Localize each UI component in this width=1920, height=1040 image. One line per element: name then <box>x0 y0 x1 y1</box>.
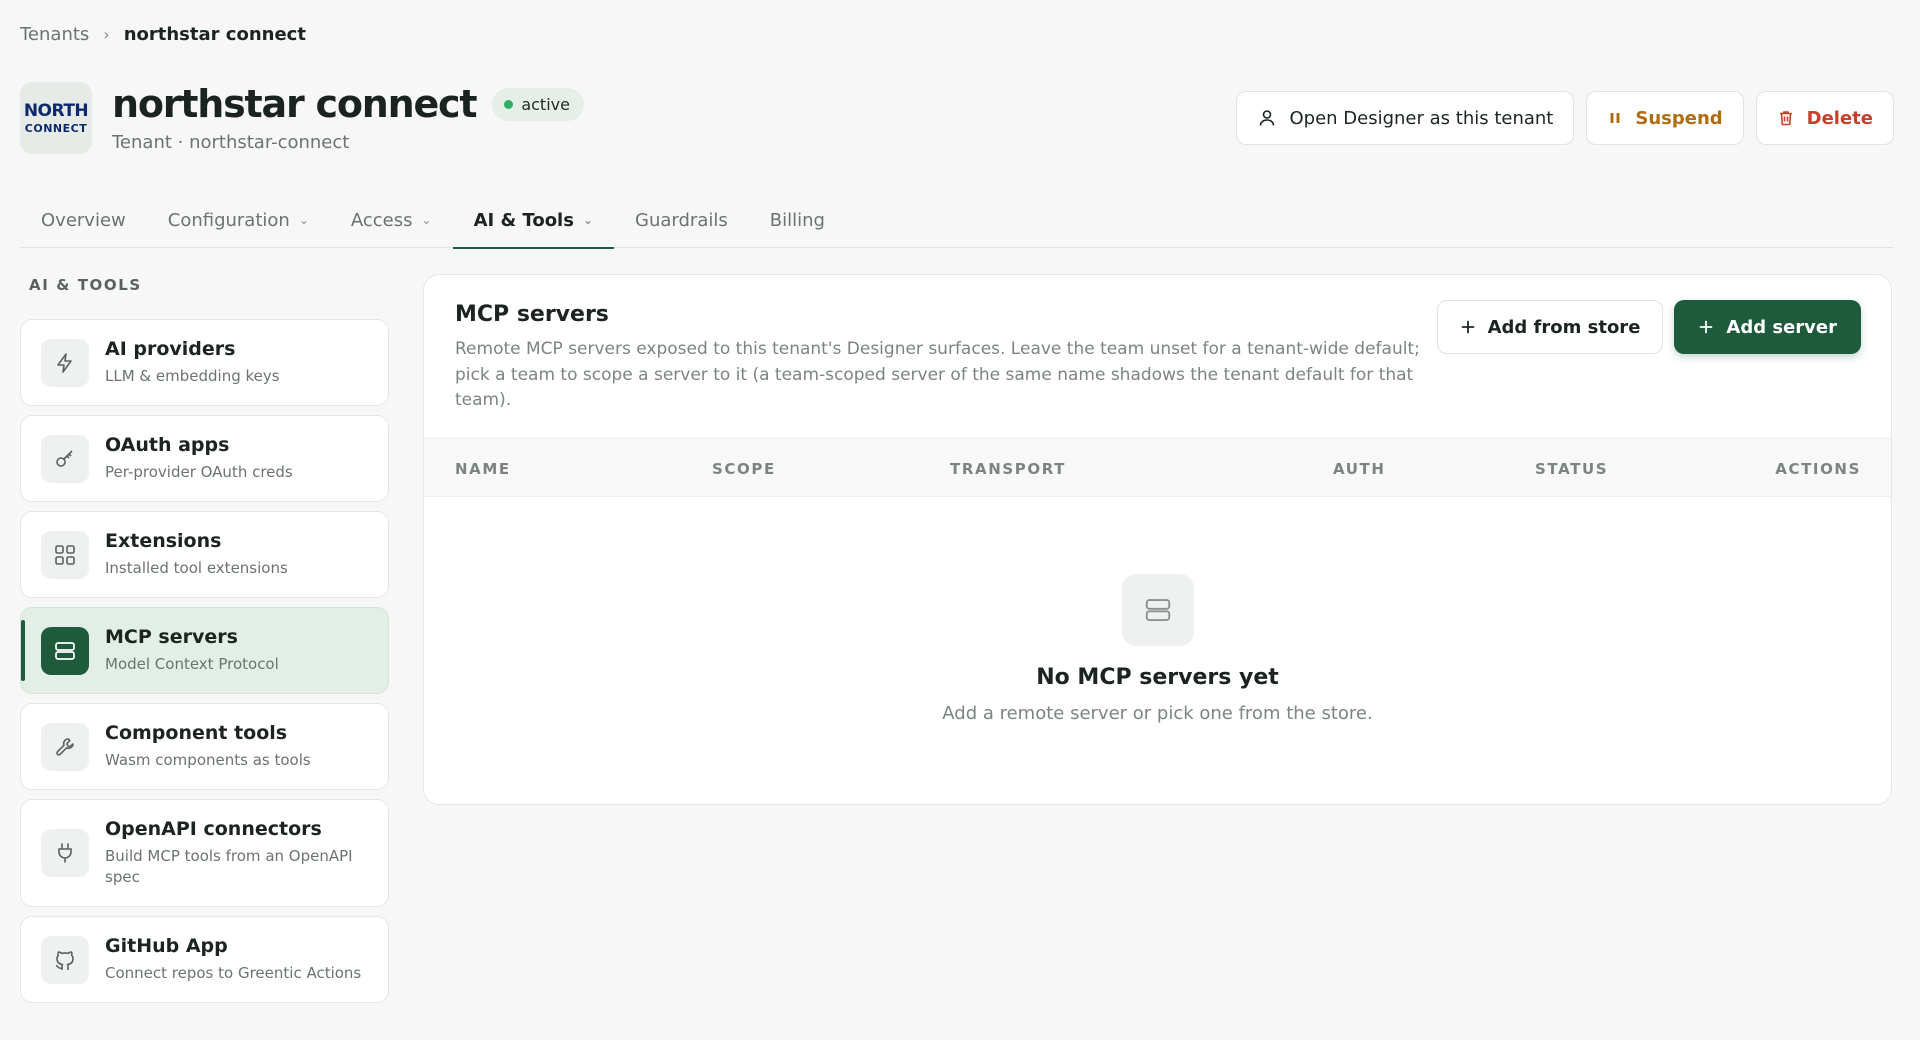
page-title: northstar connect <box>112 82 478 126</box>
sidebar-item-oauth-apps[interactable]: OAuth apps Per-provider OAuth creds <box>20 415 389 502</box>
sidebar-item-extensions[interactable]: Extensions Installed tool extensions <box>20 511 389 598</box>
plus-icon <box>1461 320 1474 334</box>
tab-billing[interactable]: Billing <box>749 192 846 248</box>
sidebar-item-title: Extensions <box>105 530 222 552</box>
grid-icon <box>41 530 89 579</box>
add-from-store-button[interactable]: Add from store <box>1436 300 1664 354</box>
pause-icon <box>1610 113 1620 123</box>
user-icon <box>1260 110 1275 126</box>
logo-text-bottom: CONNECT <box>24 121 88 135</box>
empty-state-title: No MCP servers yet <box>1036 665 1279 690</box>
panel-actions: Add from store Add server <box>1436 300 1861 354</box>
tab-label: Billing <box>769 209 825 231</box>
sidebar-item-desc: Installed tool extensions <box>105 559 288 577</box>
status-label: active <box>521 94 570 114</box>
tab-label: AI & Tools <box>473 209 574 231</box>
column-header-auth: AUTH <box>1333 460 1386 478</box>
mcp-servers-panel: MCP servers Remote MCP servers exposed t… <box>423 274 1892 805</box>
empty-state-subtitle: Add a remote server or pick one from the… <box>942 703 1373 724</box>
active-indicator <box>21 620 25 681</box>
sidebar-item-title: AI providers <box>105 338 236 360</box>
title-row: northstar connect active <box>112 82 584 126</box>
sidebar-item-ai-providers[interactable]: AI providers LLM & embedding keys <box>20 319 389 406</box>
status-badge: active <box>492 87 584 121</box>
tab-label: Guardrails <box>635 209 728 231</box>
sidebar-item-desc: LLM & embedding keys <box>105 367 280 385</box>
tenant-logo: NORTH CONNECT <box>20 82 92 154</box>
chevron-right-icon: › <box>103 25 110 44</box>
tenant-subtitle: Tenant · northstar-connect <box>112 132 350 153</box>
sidebar-item-desc: Connect repos to Greentic Actions <box>105 964 362 982</box>
chevron-down-icon: ⌄ <box>582 213 594 227</box>
tab-label: Access <box>350 209 413 231</box>
sidebar-item-openapi-connectors[interactable]: OpenAPI connectors Build MCP tools from … <box>20 799 389 907</box>
sidebar-heading: AI & TOOLS <box>29 276 142 294</box>
sidebar-item-title: MCP servers <box>105 626 238 648</box>
trash-icon <box>1779 111 1792 126</box>
column-header-name: NAME <box>455 460 511 478</box>
sidebar-item-component-tools[interactable]: Component tools Wasm components as tools <box>20 703 389 790</box>
sidebar-item-desc: Wasm components as tools <box>105 751 311 769</box>
column-header-actions: ACTIONS <box>1775 460 1861 478</box>
open-designer-button[interactable]: Open Designer as this tenant <box>1236 91 1575 145</box>
sidebar-item-mcp-servers[interactable]: MCP servers Model Context Protocol <box>20 607 389 694</box>
logo-text-top: NORTH <box>23 100 89 121</box>
tab-label: Configuration <box>167 209 290 231</box>
open-designer-label: Open Designer as this tenant <box>1289 107 1554 129</box>
column-header-status: STATUS <box>1535 460 1609 478</box>
key-icon <box>41 434 89 483</box>
panel-title: MCP servers <box>455 302 609 327</box>
sidebar-item-title: OAuth apps <box>105 434 230 456</box>
plus-icon <box>1700 320 1713 334</box>
sidebar-item-title: GitHub App <box>105 935 228 957</box>
delete-label: Delete <box>1806 107 1873 129</box>
breadcrumb: Tenants › northstar connect <box>20 24 306 45</box>
tab-bar: Overview Configuration ⌄ Access ⌄ AI & T… <box>20 192 1894 249</box>
tab-ai-tools[interactable]: AI & Tools ⌄ <box>452 192 615 249</box>
sidebar-item-desc: Per-provider OAuth creds <box>105 463 293 481</box>
sidebar-item-desc: Model Context Protocol <box>105 655 279 673</box>
tab-label: Overview <box>41 209 126 231</box>
server-icon <box>1122 574 1194 646</box>
plug-icon <box>41 829 89 877</box>
chevron-down-icon: ⌄ <box>298 213 309 227</box>
panel-description: Remote MCP servers exposed to this tenan… <box>455 339 1420 410</box>
github-icon <box>41 935 89 984</box>
wrench-icon <box>41 722 89 771</box>
lightning-icon <box>41 338 89 387</box>
sidebar-item-title: Component tools <box>105 722 288 744</box>
delete-button[interactable]: Delete <box>1755 91 1894 145</box>
suspend-button[interactable]: Suspend <box>1586 91 1744 145</box>
breadcrumb-tenants-link[interactable]: Tenants <box>20 24 89 45</box>
sidebar-item-github-app[interactable]: GitHub App Connect repos to Greentic Act… <box>20 916 389 1003</box>
sidebar: AI providers LLM & embedding keys OAuth … <box>20 319 389 1003</box>
server-icon <box>41 626 89 675</box>
sidebar-item-desc: Build MCP tools from an OpenAPI spec <box>105 847 353 886</box>
column-header-transport: TRANSPORT <box>950 460 1067 478</box>
tab-access[interactable]: Access ⌄ <box>330 192 453 248</box>
sidebar-item-title: OpenAPI connectors <box>105 818 322 840</box>
breadcrumb-current: northstar connect <box>123 24 306 45</box>
add-from-store-label: Add from store <box>1487 316 1641 338</box>
tab-guardrails[interactable]: Guardrails <box>614 192 749 248</box>
table-header: NAME SCOPE TRANSPORT AUTH STATUS ACTIONS <box>424 438 1891 497</box>
header-actions: Open Designer as this tenant Suspend Del… <box>1236 91 1894 145</box>
column-header-scope: SCOPE <box>712 460 776 478</box>
tenant-header: NORTH CONNECT northstar connect active T… <box>20 82 1894 162</box>
suspend-label: Suspend <box>1635 107 1723 129</box>
tab-overview[interactable]: Overview <box>20 192 147 248</box>
chevron-down-icon: ⌄ <box>421 213 432 227</box>
add-server-label: Add server <box>1726 316 1837 338</box>
add-server-button[interactable]: Add server <box>1674 300 1861 354</box>
status-dot-icon <box>504 99 514 109</box>
tab-configuration[interactable]: Configuration ⌄ <box>147 192 330 248</box>
